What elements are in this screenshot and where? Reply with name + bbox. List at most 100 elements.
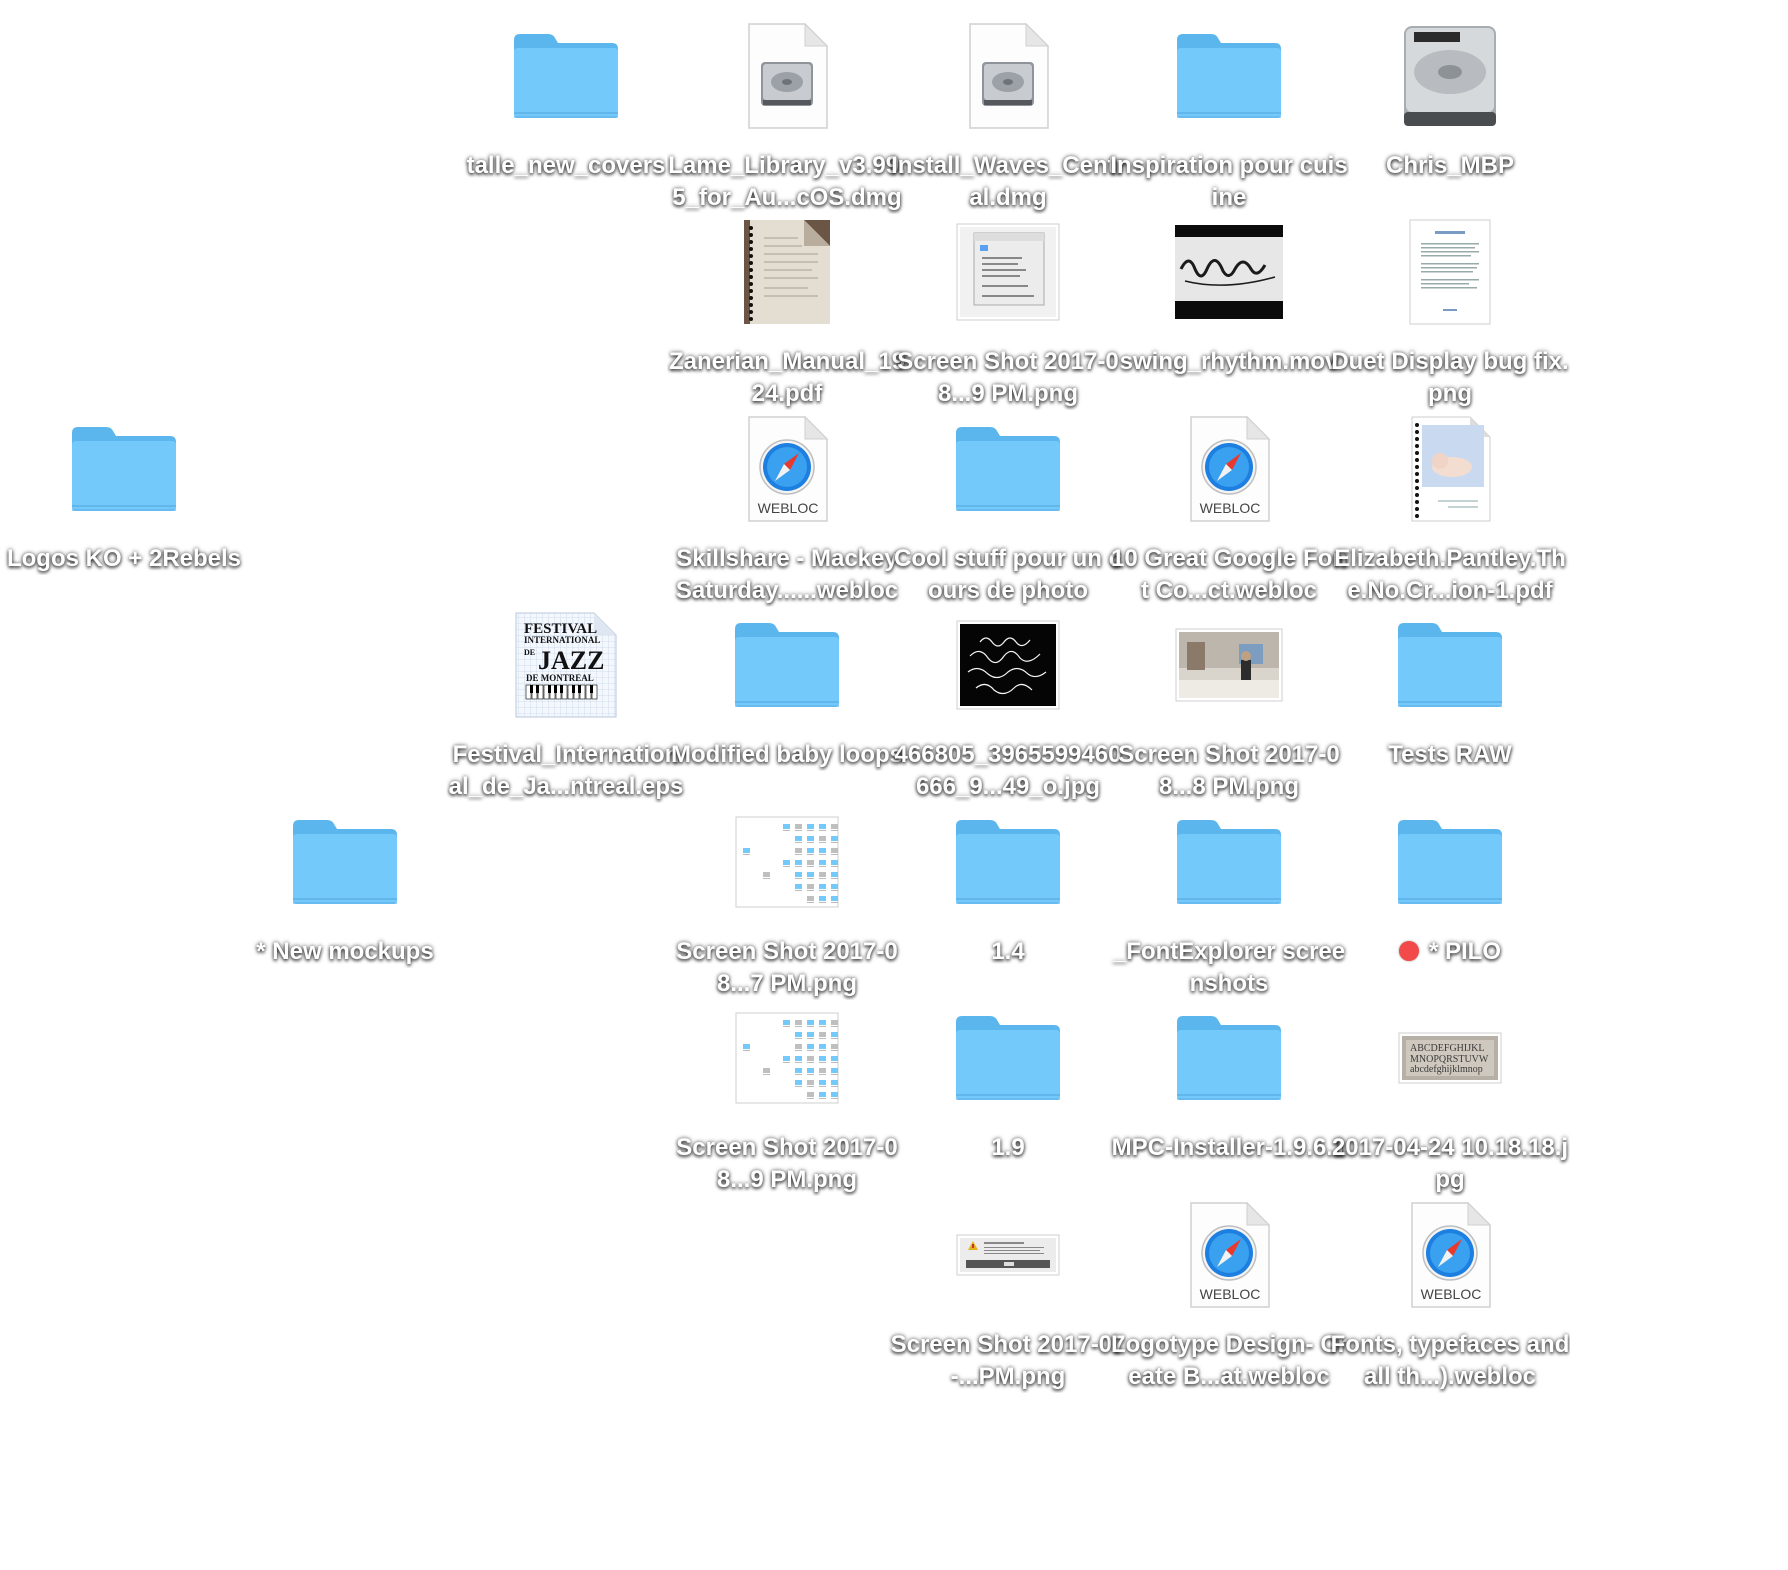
safari-webloc-icon[interactable]: WEBLOC bbox=[1161, 401, 1297, 537]
folder-icon[interactable] bbox=[940, 794, 1076, 930]
item-label-text: Festival_International_de_Ja...ntreal.ep… bbox=[448, 741, 684, 800]
image-thumbnail-icon[interactable]: ABCDEFGHIJKL MNOPQRSTUVW abcdefghijklmno… bbox=[1382, 990, 1518, 1126]
desktop-item-google[interactable]: WEBLOC 10 Great Google Font Co...ct.webl… bbox=[1109, 401, 1349, 611]
item-label[interactable]: Chris_MBP bbox=[1330, 150, 1570, 182]
folder-icon[interactable] bbox=[56, 401, 192, 537]
desktop-item-skillshare[interactable]: WEBLOC Skillshare - Mackey Saturday.....… bbox=[667, 401, 907, 611]
folder-icon[interactable] bbox=[1382, 597, 1518, 733]
svg-text:WEBLOC: WEBLOC bbox=[1200, 500, 1261, 516]
item-label-text: 2017-04-24 10.18.18.jpg bbox=[1331, 1134, 1569, 1193]
folder-icon[interactable] bbox=[719, 597, 855, 733]
image-thumbnail-icon[interactable] bbox=[1382, 204, 1518, 340]
folder-icon[interactable] bbox=[1161, 794, 1297, 930]
red-tag-icon bbox=[1398, 941, 1419, 961]
image-thumbnail-icon[interactable] bbox=[940, 597, 1076, 733]
item-label-text: Install_Waves_Central.dmg bbox=[891, 152, 1125, 211]
hard-drive-icon[interactable] bbox=[1382, 8, 1518, 144]
desktop-item-duet[interactable]: Duet Display bug fix.png bbox=[1330, 204, 1570, 414]
pdf-document-icon[interactable] bbox=[1382, 401, 1518, 537]
svg-text:abcdefghijklmnop: abcdefghijklmnop bbox=[1410, 1064, 1483, 1075]
desktop-item-logotype[interactable]: WEBLOC Logotype Design- Create B...at.we… bbox=[1109, 1187, 1349, 1397]
desktop-item-shot5[interactable]: Screen Shot 2017-07-...PM.png bbox=[888, 1187, 1128, 1397]
disk-image-icon[interactable] bbox=[940, 8, 1076, 144]
folder-icon[interactable] bbox=[1161, 8, 1297, 144]
item-label[interactable]: Modified baby loops bbox=[667, 739, 907, 771]
desktop-item-shot3[interactable]: Screen Shot 2017-08...7 PM.png bbox=[667, 794, 907, 1004]
desktop-item-f14[interactable]: 1.4 bbox=[888, 794, 1128, 1004]
image-thumbnail-icon[interactable] bbox=[719, 794, 855, 930]
item-label[interactable]: Screen Shot 2017-07-...PM.png bbox=[888, 1329, 1128, 1393]
item-label[interactable]: 1.9 bbox=[888, 1132, 1128, 1164]
desktop-item-shot2[interactable]: Screen Shot 2017-08...8 PM.png bbox=[1109, 597, 1349, 807]
desktop: talle_new_covers Lame_Library_v3.99.5_fo… bbox=[0, 0, 1788, 1570]
item-label-text: Screen Shot 2017-08...9 PM.png bbox=[897, 348, 1119, 407]
desktop-item-waves[interactable]: Install_Waves_Central.dmg bbox=[888, 8, 1128, 218]
desktop-item-pilo[interactable]: * PILO bbox=[1330, 794, 1570, 1004]
desktop-item-zanerian[interactable]: Zanerian_Manual_1924.pdf bbox=[667, 204, 907, 414]
item-label-text: Elizabeth.Pantley.The.No.Cr...ion-1.pdf bbox=[1334, 545, 1566, 604]
folder-icon[interactable] bbox=[277, 794, 413, 930]
desktop-item-jpg466[interactable]: 466805_3965599460666_9...49_o.jpg bbox=[888, 597, 1128, 807]
item-label[interactable]: Tests RAW bbox=[1330, 739, 1570, 771]
folder-icon[interactable] bbox=[498, 8, 634, 144]
item-label-text: Zanerian_Manual_1924.pdf bbox=[668, 348, 906, 407]
item-label[interactable]: MPC-Installer-1.9.6.1 bbox=[1109, 1132, 1349, 1164]
desktop-item-inspiration[interactable]: Inspiration pour cuisine bbox=[1109, 8, 1349, 218]
desktop-item-fontexp[interactable]: _FontExplorer screenshots bbox=[1109, 794, 1349, 1004]
desktop-item-shot4[interactable]: Screen Shot 2017-08...9 PM.png bbox=[667, 990, 907, 1200]
item-label[interactable]: Logotype Design- Create B...at.webloc bbox=[1109, 1329, 1349, 1393]
desktop-item-shot1[interactable]: Screen Shot 2017-08...9 PM.png bbox=[888, 204, 1128, 414]
safari-webloc-icon[interactable]: WEBLOC bbox=[1382, 1187, 1518, 1323]
item-label-text: 1.4 bbox=[991, 938, 1025, 965]
svg-text:INTERNATIONAL: INTERNATIONAL bbox=[524, 635, 600, 645]
desktop-item-talle[interactable]: talle_new_covers bbox=[446, 8, 686, 218]
item-label[interactable]: Festival_International_de_Ja...ntreal.ep… bbox=[446, 739, 686, 803]
item-label[interactable]: swing_rhythm.mov bbox=[1109, 346, 1349, 378]
svg-text:ABCDEFGHIJKL: ABCDEFGHIJKL bbox=[1410, 1043, 1484, 1054]
safari-webloc-icon[interactable]: WEBLOC bbox=[1161, 1187, 1297, 1323]
desktop-item-f19[interactable]: 1.9 bbox=[888, 990, 1128, 1200]
item-label[interactable]: talle_new_covers bbox=[446, 150, 686, 182]
safari-webloc-icon[interactable]: WEBLOC bbox=[719, 401, 855, 537]
item-label-text: Lame_Library_v3.99.5_for_Au...cOS.dmg bbox=[668, 152, 906, 211]
image-thumbnail-icon[interactable] bbox=[719, 990, 855, 1126]
item-label[interactable]: 1.4 bbox=[888, 936, 1128, 968]
item-label-text: Screen Shot 2017-08...9 PM.png bbox=[676, 1134, 898, 1193]
svg-text:JAZZ: JAZZ bbox=[538, 646, 604, 675]
folder-icon[interactable] bbox=[940, 401, 1076, 537]
desktop-item-logos[interactable]: Logos KO + 2Rebels bbox=[4, 401, 244, 611]
folder-icon[interactable] bbox=[1382, 794, 1518, 930]
folder-icon[interactable] bbox=[940, 990, 1076, 1126]
item-label-text: Logotype Design- Create B...at.webloc bbox=[1110, 1331, 1347, 1390]
item-label-text: Screen Shot 2017-07-...PM.png bbox=[890, 1331, 1126, 1390]
item-label-text: 10 Great Google Font Co...ct.webloc bbox=[1110, 545, 1348, 604]
desktop-item-chris[interactable]: Chris_MBP bbox=[1330, 8, 1570, 218]
desktop-item-coolstuff[interactable]: Cool stuff pour un cours de photo bbox=[888, 401, 1128, 611]
item-label[interactable]: * New mockups bbox=[225, 936, 465, 968]
item-label-text: 1.9 bbox=[991, 1134, 1025, 1161]
desktop-item-fonts[interactable]: WEBLOC Fonts, typefaces and all th...).w… bbox=[1330, 1187, 1570, 1397]
disk-image-icon[interactable] bbox=[719, 8, 855, 144]
item-label[interactable]: Logos KO + 2Rebels bbox=[4, 543, 244, 575]
desktop-item-mpc[interactable]: MPC-Installer-1.9.6.1 bbox=[1109, 990, 1349, 1200]
item-label[interactable]: Screen Shot 2017-08...9 PM.png bbox=[667, 1132, 907, 1196]
item-label-text: _FontExplorer screenshots bbox=[1112, 938, 1346, 997]
item-label[interactable]: * PILO bbox=[1330, 936, 1570, 968]
image-thumbnail-icon[interactable] bbox=[1161, 597, 1297, 733]
desktop-item-mockups[interactable]: * New mockups bbox=[225, 794, 465, 1004]
eps-document-icon[interactable]: FESTIVAL INTERNATIONAL DE JAZZ DE MONTRE… bbox=[498, 597, 634, 733]
pdf-document-icon[interactable] bbox=[719, 204, 855, 340]
desktop-item-lame[interactable]: Lame_Library_v3.99.5_for_Au...cOS.dmg bbox=[667, 8, 907, 218]
desktop-item-baby[interactable]: Modified baby loops bbox=[667, 597, 907, 807]
desktop-item-pantley[interactable]: Elizabeth.Pantley.The.No.Cr...ion-1.pdf bbox=[1330, 401, 1570, 611]
image-thumbnail-icon[interactable] bbox=[940, 204, 1076, 340]
image-thumbnail-icon[interactable] bbox=[940, 1187, 1076, 1323]
item-label-text: Skillshare - Mackey Saturday......webloc bbox=[675, 545, 899, 604]
desktop-item-jpg2017[interactable]: ABCDEFGHIJKL MNOPQRSTUVW abcdefghijklmno… bbox=[1330, 990, 1570, 1200]
item-label[interactable]: Fonts, typefaces and all th...).webloc bbox=[1330, 1329, 1570, 1393]
desktop-item-raw[interactable]: Tests RAW bbox=[1330, 597, 1570, 807]
desktop-item-swing[interactable]: swing_rhythm.mov bbox=[1109, 204, 1349, 414]
movie-thumbnail-icon[interactable] bbox=[1161, 204, 1297, 340]
folder-icon[interactable] bbox=[1161, 990, 1297, 1126]
desktop-item-jazz[interactable]: FESTIVAL INTERNATIONAL DE JAZZ DE MONTRE… bbox=[446, 597, 686, 807]
